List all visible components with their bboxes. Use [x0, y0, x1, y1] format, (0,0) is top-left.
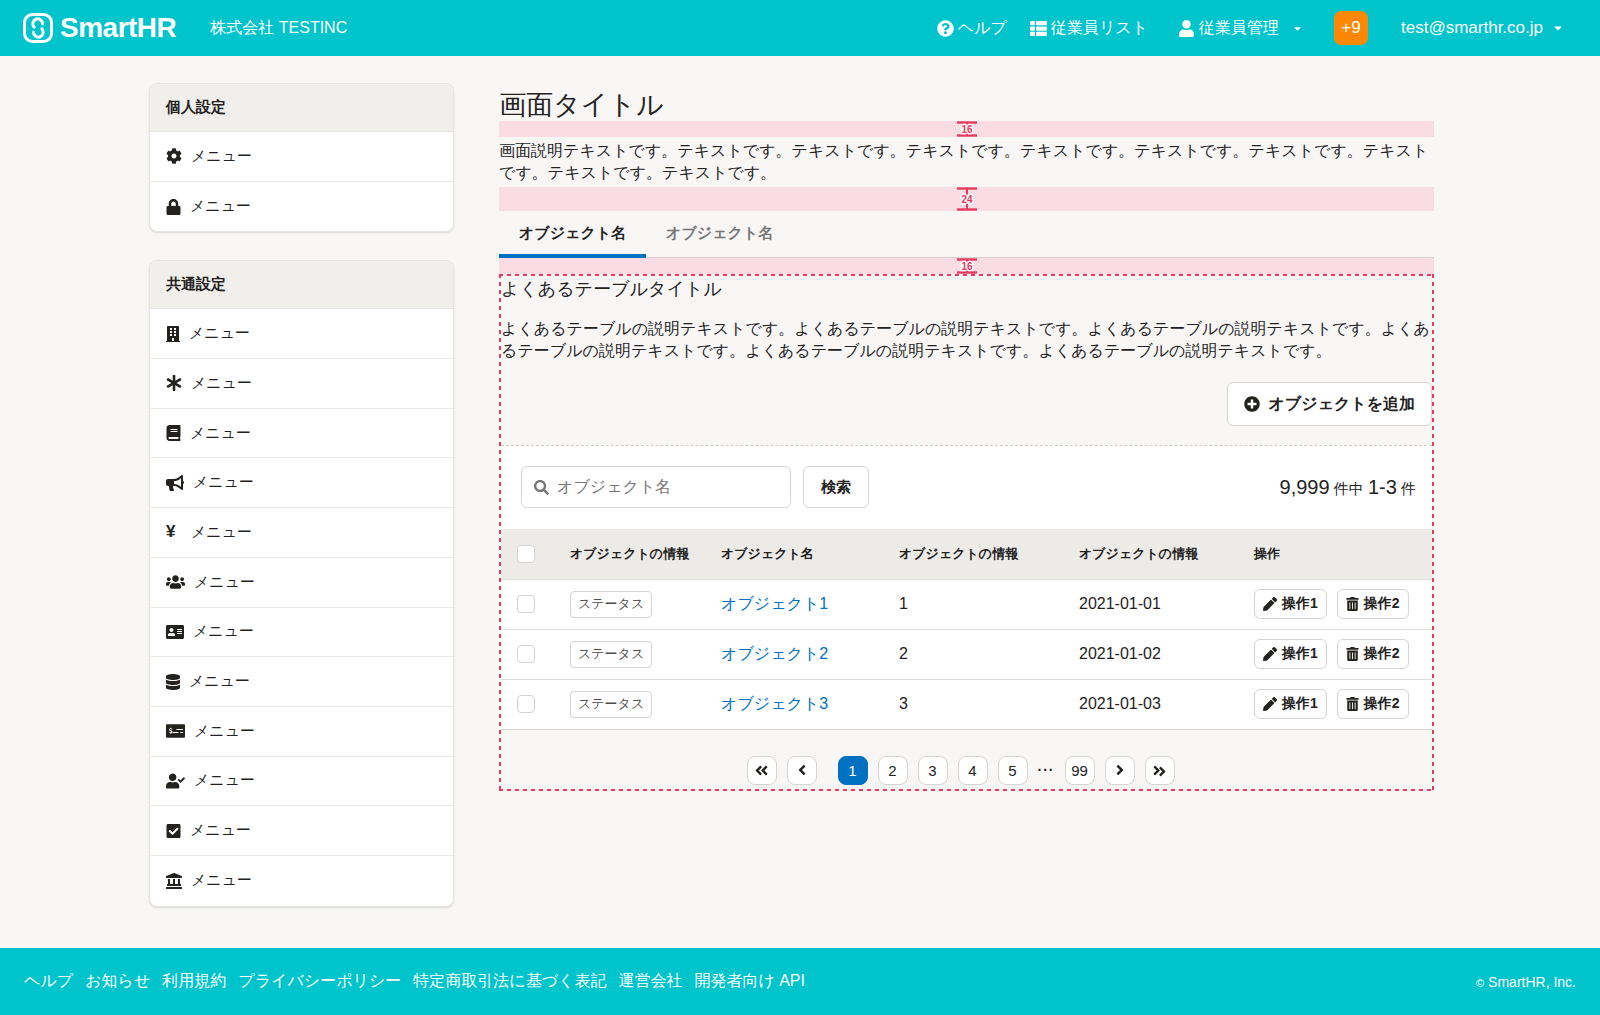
svg-text:16: 16: [961, 124, 973, 135]
svg-text:24: 24: [961, 194, 973, 205]
svg-text:16: 16: [961, 261, 973, 272]
